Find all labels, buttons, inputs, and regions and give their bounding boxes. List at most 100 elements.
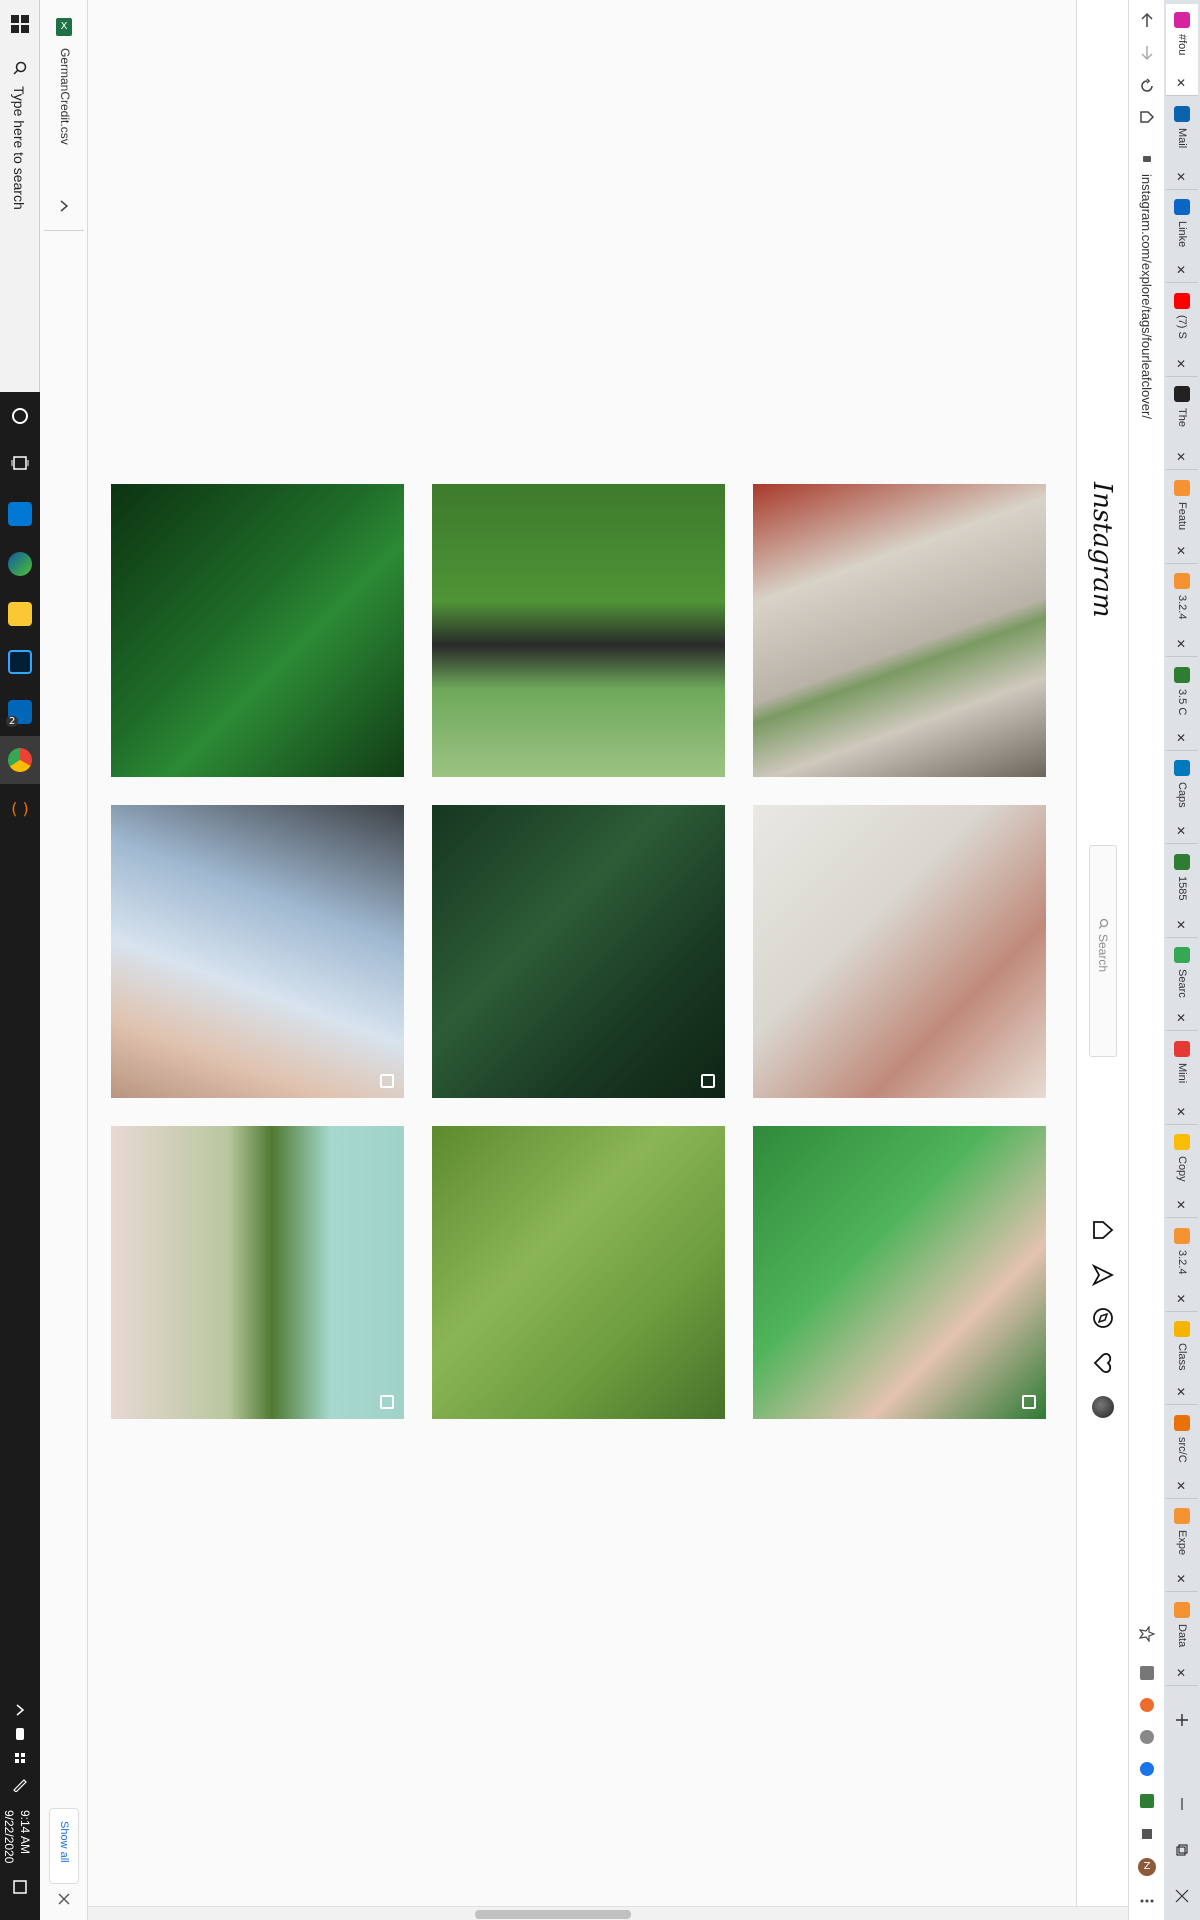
puzzle-icon[interactable] [1139, 1826, 1155, 1842]
file-explorer-icon[interactable] [8, 602, 32, 626]
extension-icon[interactable] [1140, 1666, 1154, 1680]
tab-close-icon[interactable]: ✕ [1176, 544, 1186, 558]
restore-icon[interactable] [1174, 1842, 1190, 1858]
explore-icon[interactable] [1091, 1306, 1115, 1330]
tab-close-icon[interactable]: ✕ [1176, 637, 1186, 651]
browser-tab[interactable]: 1585 ✕ [1166, 846, 1198, 938]
browser-tab[interactable]: Copy ✕ [1166, 1126, 1198, 1218]
tab-close-icon[interactable]: ✕ [1176, 1011, 1186, 1025]
browser-tab[interactable]: 3.2.4 ✕ [1166, 1220, 1198, 1312]
browser-tab[interactable]: 3.2.4 ✕ [1166, 565, 1198, 657]
extension-icon[interactable] [1140, 1698, 1154, 1712]
tab-close-icon[interactable]: ✕ [1176, 1385, 1186, 1399]
jira-icon [1174, 1601, 1190, 1618]
photoshop-icon[interactable] [8, 650, 32, 674]
heart-icon[interactable] [1091, 1351, 1115, 1375]
tab-close-icon[interactable]: ✕ [1176, 1666, 1186, 1680]
photo-tile-dewy-leaves[interactable] [432, 805, 725, 1098]
browser-tab[interactable]: Expe ✕ [1166, 1500, 1198, 1592]
browser-tab[interactable]: Linke ✕ [1166, 191, 1198, 283]
pen-icon[interactable] [12, 1776, 28, 1792]
tab-close-icon[interactable]: ✕ [1176, 1479, 1186, 1493]
photo-tile-black-dog-in-grass[interactable] [432, 484, 725, 777]
tab-close-icon[interactable]: ✕ [1176, 357, 1186, 371]
extension-icon[interactable] [1140, 1794, 1154, 1808]
browser-tab[interactable]: (7) S ✕ [1166, 285, 1198, 377]
new-tab-icon[interactable] [1174, 1712, 1190, 1728]
cortana-icon[interactable] [11, 407, 29, 425]
browser-tab[interactable]: Searc ✕ [1166, 939, 1198, 1031]
home-icon[interactable] [1139, 109, 1155, 125]
task-view-icon[interactable] [11, 454, 29, 472]
photo-tile-clover-field[interactable] [111, 484, 404, 777]
microsoft-store-icon[interactable] [8, 502, 32, 526]
notification-icon[interactable] [11, 1878, 29, 1896]
edge-icon[interactable] [8, 552, 32, 576]
close-icon[interactable] [58, 1893, 70, 1905]
home-icon[interactable] [1091, 1218, 1115, 1242]
show-all-button[interactable]: Show all [49, 1808, 79, 1884]
tab-label: Data [1176, 1623, 1188, 1647]
instagram-logo[interactable]: Instagram [1087, 482, 1117, 618]
browser-tab[interactable]: Mail ✕ [1166, 98, 1198, 190]
tab-close-icon[interactable]: ✕ [1176, 731, 1186, 745]
browser-tab[interactable]: #fou ✕ [1166, 4, 1198, 96]
tab-close-icon[interactable]: ✕ [1176, 76, 1186, 90]
window-close-icon[interactable] [1174, 1888, 1190, 1904]
clock-time[interactable]: 9:14 AM [18, 1810, 32, 1854]
photo-tile-clover-pendant[interactable] [753, 484, 1046, 777]
tab-close-icon[interactable]: ✕ [1176, 918, 1186, 932]
browser-tab[interactable]: Class ✕ [1166, 1313, 1198, 1405]
direct-message-icon[interactable] [1091, 1263, 1115, 1287]
chrome-icon[interactable] [8, 748, 32, 772]
forward-icon[interactable] [1139, 45, 1155, 61]
tab-strip: #fou ✕ Mail ✕ Linke ✕ (7) S ✕ The ✕ Featu ✕ 3.2.4 ✕ 3.… [1164, 0, 1200, 1920]
instagram-search-box[interactable]: Search [1089, 845, 1117, 1057]
tab-close-icon[interactable]: ✕ [1176, 1198, 1186, 1212]
reload-icon[interactable] [1139, 78, 1155, 94]
address-bar-url[interactable]: instagram.com/explore/tags/fourleafclove… [1139, 174, 1154, 419]
bookmark-star-icon[interactable] [1139, 1626, 1155, 1642]
brackets-icon[interactable]: ( ) [8, 797, 32, 821]
browser-tab[interactable]: Featu ✕ [1166, 472, 1198, 564]
browser-tab[interactable]: The ✕ [1166, 378, 1198, 470]
network-icon[interactable] [12, 1750, 28, 1766]
chevron-up-icon[interactable] [12, 1702, 28, 1718]
extension-icon[interactable] [1140, 1762, 1154, 1776]
back-icon[interactable] [1139, 12, 1155, 28]
chevron-down-icon[interactable] [56, 198, 72, 214]
photo-tile-hand-in-clover[interactable] [753, 1126, 1046, 1419]
instagram-icon [1174, 12, 1190, 28]
photo-tile-hand-clover-sky[interactable] [111, 805, 404, 1098]
tab-close-icon[interactable]: ✕ [1176, 170, 1186, 184]
browser-tab[interactable]: Mini ✕ [1166, 1033, 1198, 1125]
taskbar-search-placeholder: Type here to search [11, 86, 27, 210]
download-file-name[interactable]: GermanCredit.csv [58, 48, 72, 145]
browser-tab[interactable]: src/C ✕ [1166, 1407, 1198, 1499]
minimize-icon[interactable] [1174, 1796, 1190, 1812]
tab-label: Searc [1176, 969, 1188, 998]
tab-close-icon[interactable]: ✕ [1176, 1105, 1186, 1119]
extension-icon[interactable] [1140, 1730, 1154, 1744]
tab-close-icon[interactable]: ✕ [1176, 263, 1186, 277]
profile-avatar[interactable]: Z [1138, 1858, 1156, 1876]
browser-tab[interactable]: Data ✕ [1166, 1594, 1198, 1686]
clock-date[interactable]: 9/22/2020 [2, 1810, 16, 1863]
profile-avatar[interactable] [1092, 1396, 1114, 1418]
photo-tile-maybe-nope-illustration[interactable] [111, 1126, 404, 1419]
menu-dots-icon[interactable] [1139, 1893, 1155, 1909]
browser-tab[interactable]: 3.5 C ✕ [1166, 659, 1198, 751]
taskbar-search-box[interactable]: Type here to search [0, 0, 40, 392]
browser-tab[interactable]: Caps ✕ [1166, 752, 1198, 844]
explore-page [88, 0, 1076, 1906]
windows-start-icon[interactable] [8, 12, 32, 36]
tab-close-icon[interactable]: ✕ [1176, 1572, 1186, 1586]
lock-icon[interactable] [1141, 152, 1153, 164]
tab-close-icon[interactable]: ✕ [1176, 1292, 1186, 1306]
photo-tile-four-leaf-fingers[interactable] [753, 805, 1046, 1098]
tab-close-icon[interactable]: ✕ [1176, 824, 1186, 838]
tab-close-icon[interactable]: ✕ [1176, 450, 1186, 464]
horizontal-scrollbar[interactable] [88, 1906, 1128, 1920]
scrollbar-thumb[interactable] [475, 1910, 631, 1919]
photo-tile-clover-grass[interactable] [432, 1126, 725, 1419]
